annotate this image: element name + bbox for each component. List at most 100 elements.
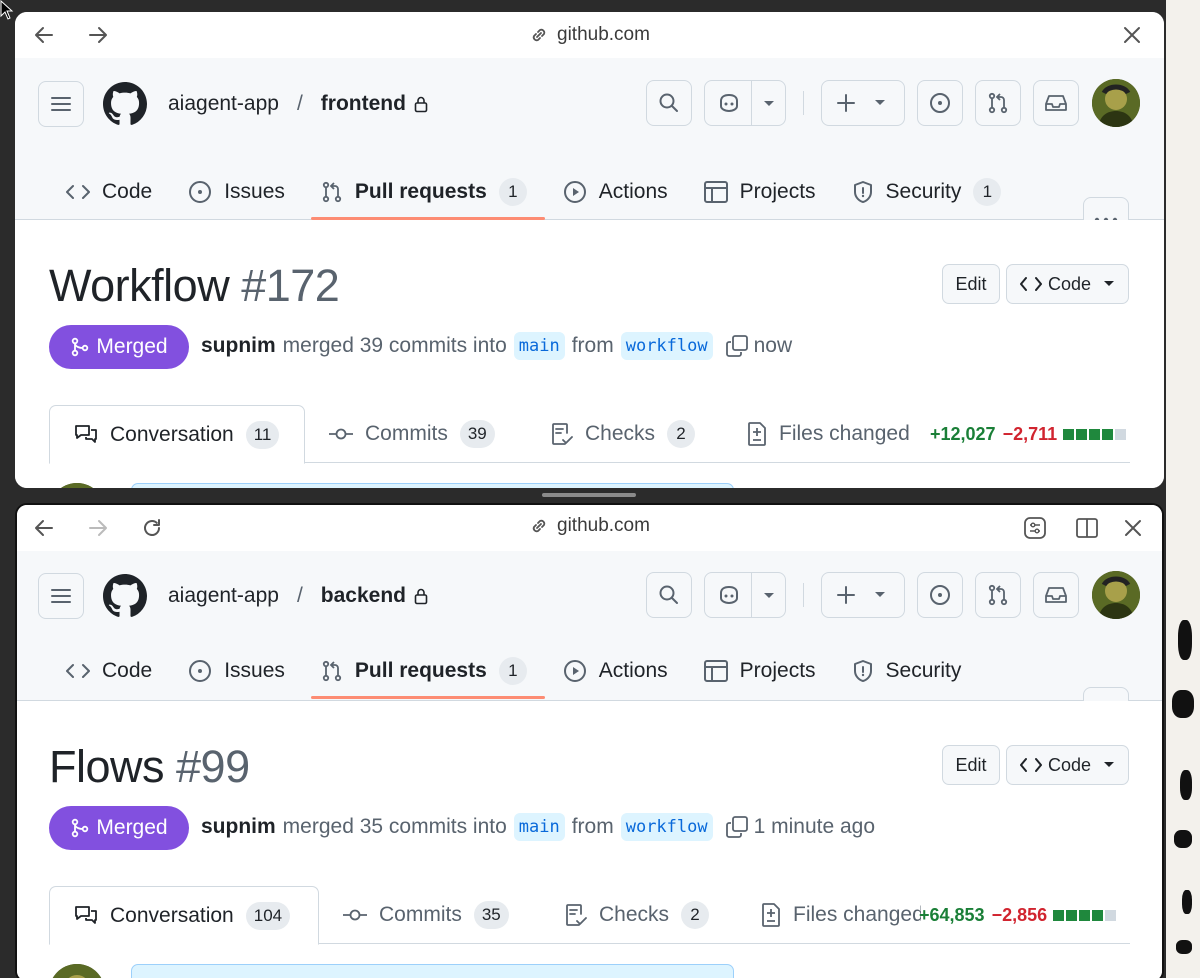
checklist-icon bbox=[552, 423, 573, 445]
user-avatar[interactable] bbox=[1092, 571, 1140, 619]
git-merge-icon bbox=[72, 818, 89, 838]
browser-window-bottom: github.com aiagent-app / backend Code Is… bbox=[15, 503, 1164, 978]
github-logo-icon[interactable] bbox=[103, 574, 147, 618]
copilot-button[interactable] bbox=[704, 572, 786, 618]
menu-button[interactable] bbox=[38, 81, 84, 127]
chevron-down-icon bbox=[875, 100, 885, 105]
repo-name-link[interactable]: frontend bbox=[321, 92, 406, 116]
tab-label: Actions bbox=[598, 659, 668, 682]
diffstat-block bbox=[1063, 428, 1075, 440]
close-button[interactable] bbox=[1120, 515, 1146, 541]
file-diff-icon bbox=[748, 422, 766, 446]
tab-label: Commits bbox=[379, 903, 462, 926]
inbox-icon bbox=[1045, 95, 1067, 111]
tab-label: Issues bbox=[224, 659, 285, 682]
tab-commits[interactable]: Commits 35 bbox=[319, 886, 533, 944]
inbox-button[interactable] bbox=[1033, 572, 1079, 618]
tab-issues[interactable]: Issues bbox=[170, 643, 303, 699]
diffstat-block bbox=[1102, 428, 1114, 440]
create-new-button[interactable] bbox=[821, 80, 905, 126]
pr-author-link[interactable]: supnim bbox=[201, 334, 276, 358]
tab-security[interactable]: Security bbox=[834, 643, 980, 699]
issues-button[interactable] bbox=[917, 572, 963, 618]
tab-label: Actions bbox=[598, 180, 668, 203]
repo-owner-link[interactable]: aiagent-app bbox=[168, 92, 279, 116]
copilot-icon bbox=[720, 585, 738, 605]
tab-conversation[interactable]: Conversation 104 bbox=[49, 886, 319, 945]
comment-header bbox=[131, 964, 734, 978]
tab-commits[interactable]: Commits 39 bbox=[305, 405, 519, 463]
from-text: from bbox=[571, 815, 614, 838]
tab-label: Conversation bbox=[110, 903, 234, 927]
repo-nav-tabs: Code Issues Pull requests 1 Actions Proj… bbox=[48, 164, 1019, 220]
tab-files-changed[interactable]: Files changed bbox=[737, 886, 921, 944]
user-avatar[interactable] bbox=[1092, 79, 1140, 127]
pull-request-icon bbox=[322, 181, 342, 203]
comment-author-avatar[interactable] bbox=[49, 964, 105, 978]
tab-security[interactable]: Security 1 bbox=[834, 164, 1020, 220]
copy-icon[interactable] bbox=[725, 335, 748, 357]
search-button[interactable] bbox=[646, 572, 692, 618]
github-header: aiagent-app / frontend Code Issues Pull … bbox=[15, 58, 1164, 243]
pull-requests-button[interactable] bbox=[975, 572, 1021, 618]
tab-issues[interactable]: Issues bbox=[170, 164, 303, 220]
tab-label: Security bbox=[885, 180, 962, 203]
address-bar[interactable]: github.com bbox=[17, 515, 1162, 537]
menu-button[interactable] bbox=[38, 573, 84, 619]
browser-window-top: github.com aiagent-app / frontend Code I… bbox=[15, 12, 1164, 488]
close-button[interactable] bbox=[1119, 22, 1145, 48]
issues-button[interactable] bbox=[917, 80, 963, 126]
search-button[interactable] bbox=[646, 80, 692, 126]
split-view-button[interactable] bbox=[1074, 515, 1100, 541]
comment-author-avatar[interactable] bbox=[49, 483, 105, 488]
tab-code[interactable]: Code bbox=[48, 164, 170, 220]
search-icon bbox=[659, 93, 678, 112]
tab-counter: 35 bbox=[473, 901, 509, 929]
tab-checks[interactable]: Checks 2 bbox=[527, 405, 719, 463]
tab-projects[interactable]: Projects bbox=[686, 643, 834, 699]
edit-button[interactable]: Edit bbox=[942, 745, 1000, 785]
head-branch[interactable]: workflow bbox=[620, 332, 713, 360]
tab-checks[interactable]: Checks 2 bbox=[541, 886, 733, 944]
tab-label: Code bbox=[102, 180, 153, 203]
tab-conversation[interactable]: Conversation 11 bbox=[49, 405, 305, 464]
address-bar[interactable]: github.com bbox=[15, 24, 1164, 46]
issue-icon bbox=[930, 585, 950, 605]
tab-pull-requests[interactable]: Pull requests 1 bbox=[303, 164, 545, 220]
base-branch[interactable]: main bbox=[513, 332, 565, 360]
repo-nav-tabs: Code Issues Pull requests 1 Actions Proj… bbox=[48, 643, 979, 699]
link-icon bbox=[532, 519, 546, 533]
tab-code[interactable]: Code bbox=[48, 643, 170, 699]
inbox-button[interactable] bbox=[1033, 80, 1079, 126]
head-branch[interactable]: workflow bbox=[620, 813, 713, 841]
code-dropdown-button[interactable]: Code bbox=[1006, 745, 1129, 785]
github-logo-icon[interactable] bbox=[103, 82, 147, 126]
header-divider bbox=[803, 91, 804, 115]
shield-icon bbox=[853, 660, 872, 682]
badge-label: Merged bbox=[96, 816, 168, 839]
repo-name-link[interactable]: backend bbox=[321, 584, 406, 608]
tab-pull-requests[interactable]: Pull requests 1 bbox=[303, 643, 545, 699]
desk-background bbox=[1166, 0, 1200, 978]
pr-author-link[interactable]: supnim bbox=[201, 815, 276, 839]
tab-projects[interactable]: Projects bbox=[686, 164, 834, 220]
tab-label: Projects bbox=[739, 180, 816, 203]
tab-label: Issues bbox=[224, 180, 285, 203]
edit-button[interactable]: Edit bbox=[942, 264, 1000, 304]
create-new-button[interactable] bbox=[821, 572, 905, 618]
repo-owner-link[interactable]: aiagent-app bbox=[168, 584, 279, 608]
split-divider-handle[interactable] bbox=[542, 493, 636, 497]
play-icon bbox=[563, 660, 586, 682]
page-settings-button[interactable] bbox=[1022, 515, 1048, 541]
pull-requests-button[interactable] bbox=[975, 80, 1021, 126]
close-icon bbox=[1124, 27, 1140, 43]
tab-actions[interactable]: Actions bbox=[545, 643, 686, 699]
copilot-button[interactable] bbox=[704, 80, 786, 126]
tab-files-changed[interactable]: Files changed bbox=[723, 405, 934, 463]
base-branch[interactable]: main bbox=[513, 813, 565, 841]
copy-icon[interactable] bbox=[725, 816, 748, 838]
tab-actions[interactable]: Actions bbox=[545, 164, 686, 220]
comment-discussion-icon bbox=[75, 905, 97, 924]
link-icon bbox=[532, 28, 546, 42]
code-dropdown-button[interactable]: Code bbox=[1006, 264, 1129, 304]
